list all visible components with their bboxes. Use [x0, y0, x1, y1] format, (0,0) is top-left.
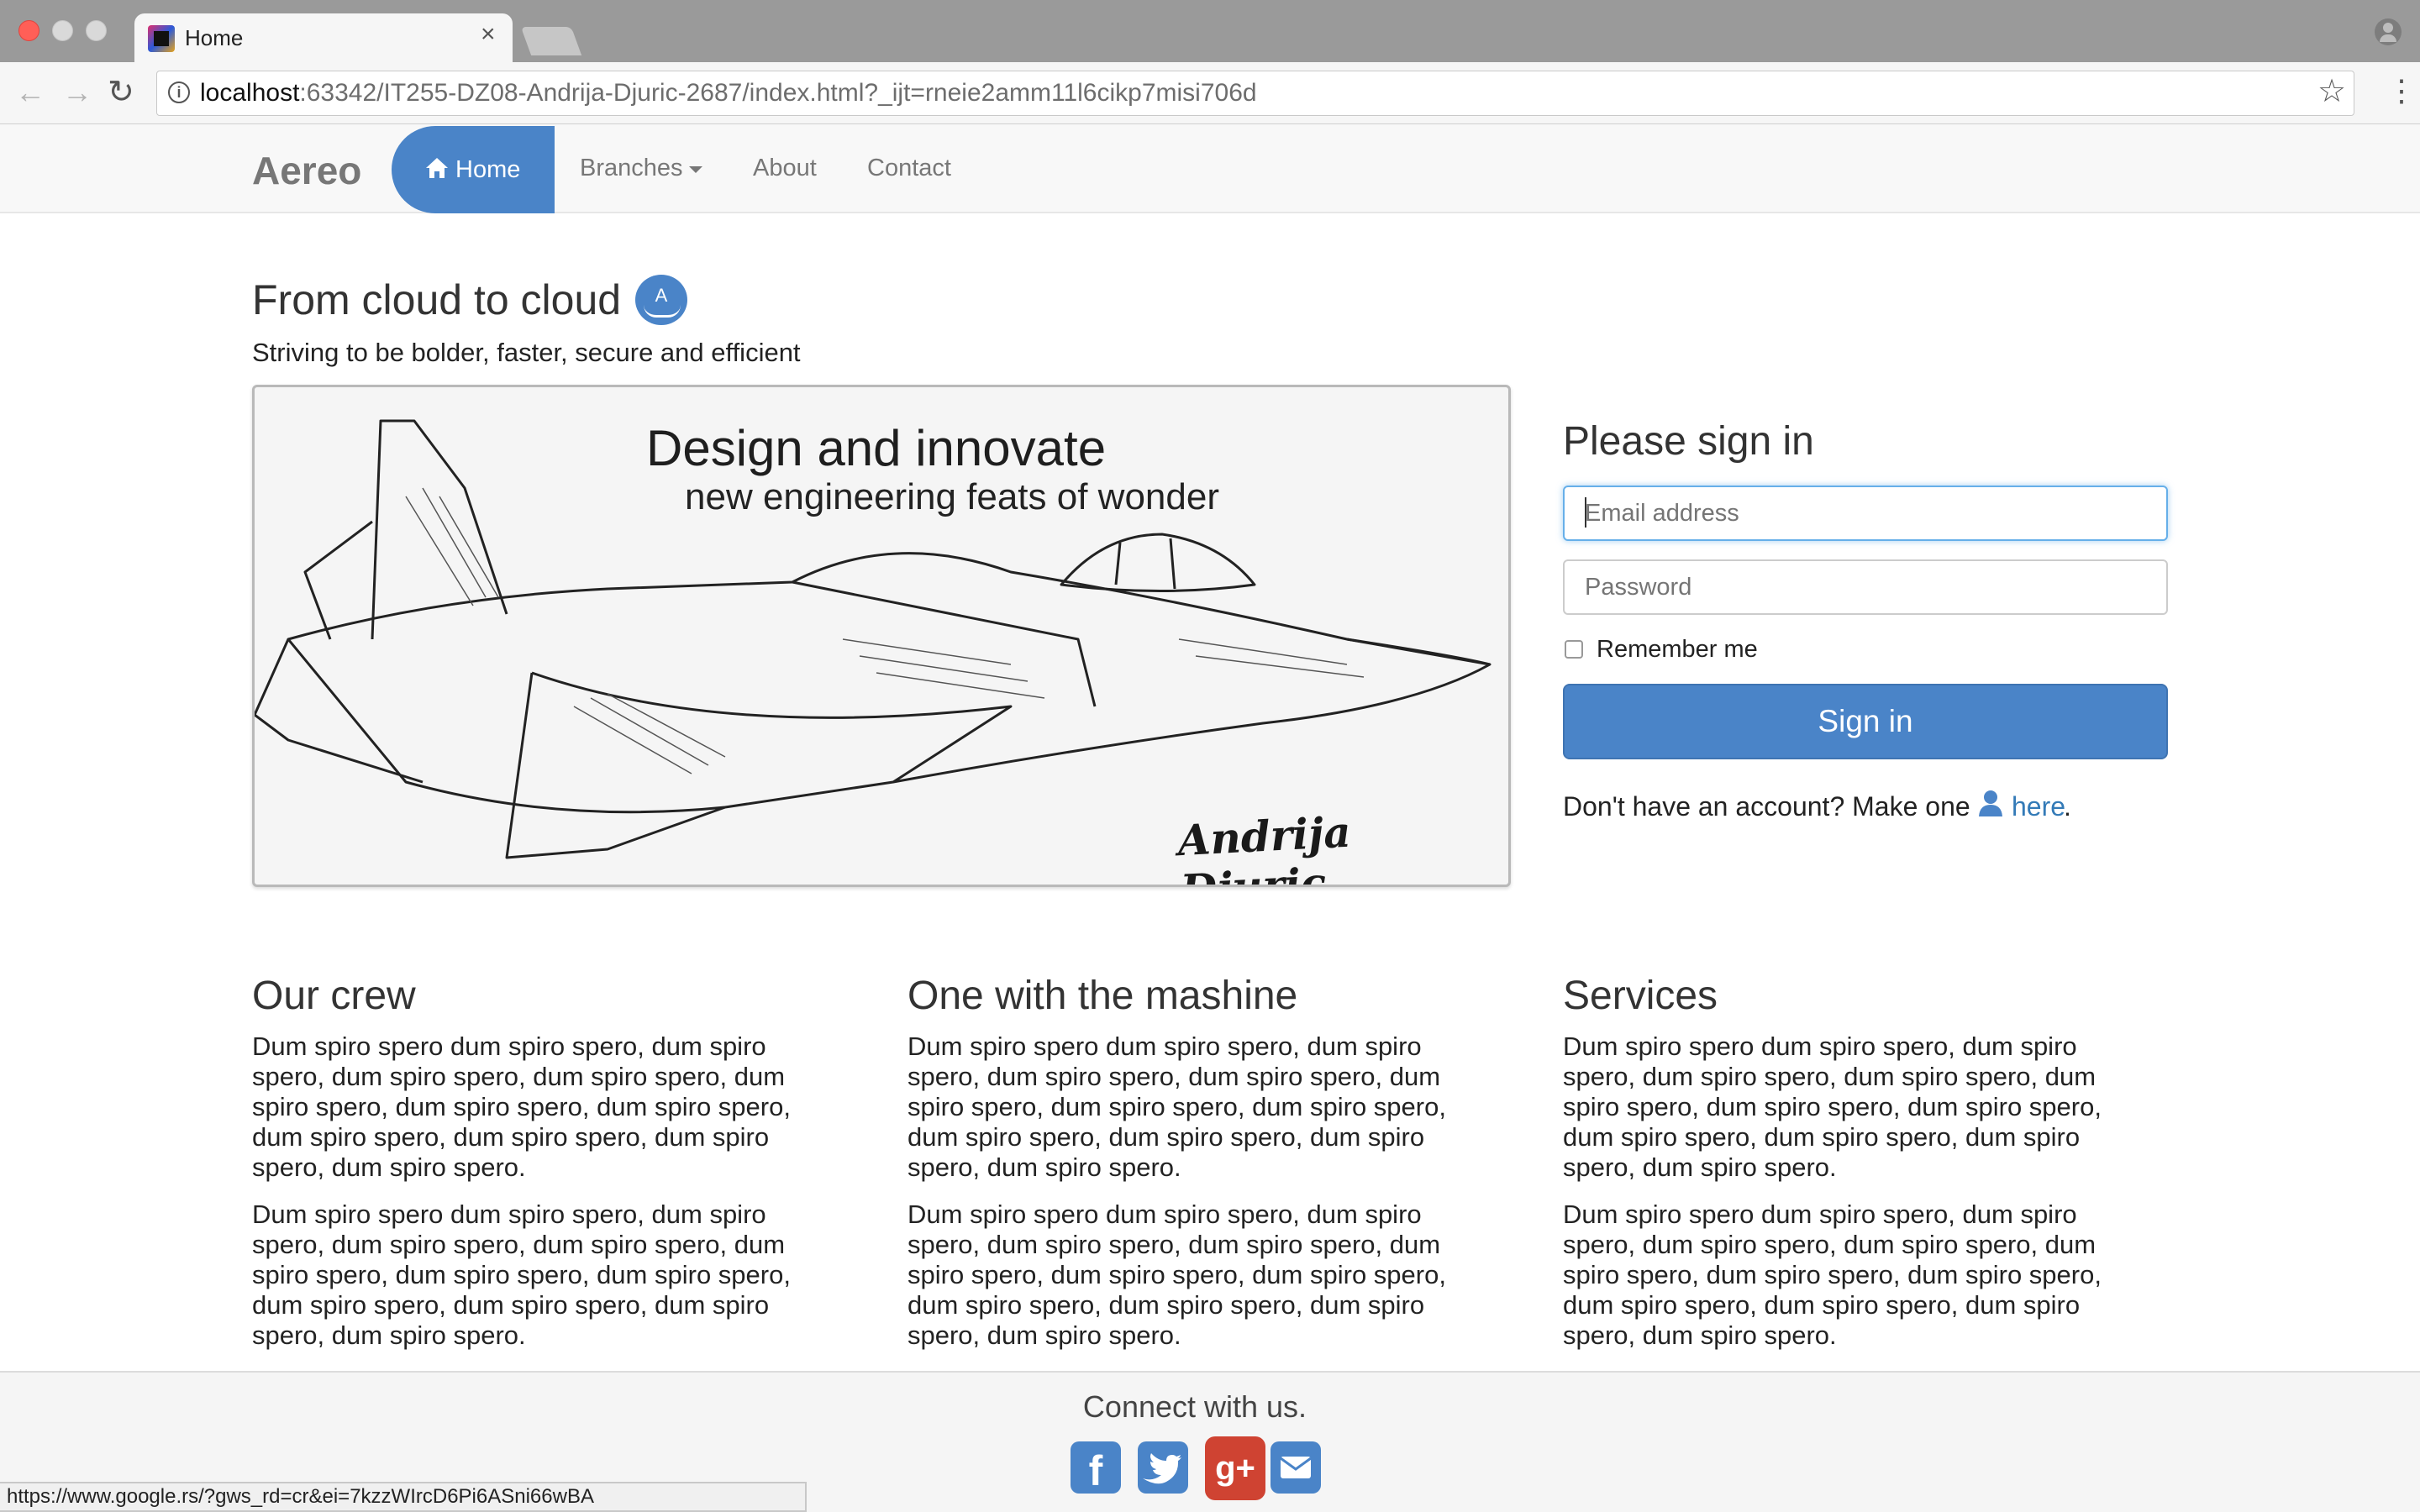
arrow-left-icon[interactable]: ← [15, 77, 45, 108]
hero-subtitle: Striving to be bolder, faster, secure an… [252, 338, 801, 367]
google-plus-icon[interactable]: g+ [1205, 1436, 1265, 1500]
nav-home-label: Home [455, 156, 521, 183]
banner-heading: Design and innovate [646, 420, 1107, 476]
user-icon [1979, 790, 2002, 816]
nav-about-link[interactable]: About [753, 155, 817, 182]
mashine-paragraph: Dum spiro spero dum spiro spero, dum spi… [908, 1032, 1446, 1182]
jet-banner: Design and innovate new engineering feat… [252, 385, 1511, 887]
url-host: localhost [200, 79, 300, 107]
navbar-brand[interactable]: Aereo [252, 148, 361, 193]
kebab-menu-icon[interactable]: ⋮ [2386, 76, 2417, 106]
sign-in-button[interactable]: Sign in [1563, 684, 2168, 759]
mashine-paragraph: Dum spiro spero dum spiro spero, dum spi… [908, 1200, 1446, 1350]
services-paragraph: Dum spiro spero dum spiro spero, dum spi… [1563, 1200, 2102, 1350]
twitter-icon[interactable] [1138, 1441, 1188, 1494]
tab-close-icon[interactable]: × [481, 22, 496, 47]
text-cursor [1585, 497, 1586, 528]
tab-title: Home [185, 25, 244, 50]
aereo-logo-icon: A [635, 275, 687, 325]
link-status-bar: https://www.google.rs/?gws_rd=cr&ei=7kzz… [0, 1482, 807, 1512]
nav-branches-dropdown[interactable]: Branches [580, 155, 683, 182]
services-paragraph: Dum spiro spero dum spiro spero, dum spi… [1563, 1032, 2102, 1182]
home-icon [426, 158, 448, 178]
signin-title: Please sign in [1563, 419, 1814, 464]
nav-contact-link[interactable]: Contact [867, 155, 951, 182]
crew-paragraph: Dum spiro spero dum spiro spero, dum spi… [252, 1200, 791, 1350]
mashine-title: One with the mashine [908, 974, 1298, 1018]
connect-label: Connect with us. [1082, 1389, 1307, 1424]
signup-prompt: Don't have an account? Make one [1563, 791, 1970, 822]
twitter-bird-icon [1143, 1453, 1181, 1484]
url-path: :63342/IT255-DZ08-Andrija-Djuric-2687/in… [299, 79, 1257, 107]
email-icon[interactable] [1270, 1441, 1321, 1494]
email-field[interactable] [1563, 486, 2168, 541]
close-window-button[interactable] [18, 20, 39, 41]
envelope-icon [1280, 1457, 1312, 1478]
remember-me-label: Remember me [1597, 636, 1758, 663]
site-navbar [0, 124, 2420, 213]
address-url[interactable]: localhost:63342/IT255-DZ08-Andrija-Djuri… [200, 79, 1257, 108]
hero-title: From cloud to cloud [252, 276, 622, 323]
signup-period: . [2064, 791, 2071, 822]
facebook-icon[interactable]: f [1071, 1441, 1121, 1494]
crew-title: Our crew [252, 974, 416, 1018]
info-icon[interactable]: i [168, 81, 190, 103]
remember-me-checkbox[interactable] [1565, 640, 1583, 659]
crew-paragraph: Dum spiro spero dum spiro spero, dum spi… [252, 1032, 791, 1182]
services-title: Services [1563, 974, 1718, 1018]
signup-here-link[interactable]: here [2012, 791, 2065, 822]
zoom-window-button[interactable] [86, 20, 107, 41]
intellij-favicon-icon [148, 25, 175, 52]
banner-subheading: new engineering feats of wonder [685, 476, 1219, 517]
new-tab-button[interactable] [520, 27, 582, 55]
reload-icon[interactable]: ↻ [108, 76, 134, 108]
minimize-window-button[interactable] [52, 20, 73, 41]
nav-home-link[interactable]: Home [392, 126, 555, 213]
arrow-right-icon[interactable]: → [62, 77, 92, 108]
password-field[interactable] [1563, 559, 2168, 615]
caret-down-icon[interactable] [689, 166, 702, 173]
profile-icon[interactable] [2375, 18, 2402, 45]
star-icon[interactable]: ☆ [2317, 75, 2346, 108]
